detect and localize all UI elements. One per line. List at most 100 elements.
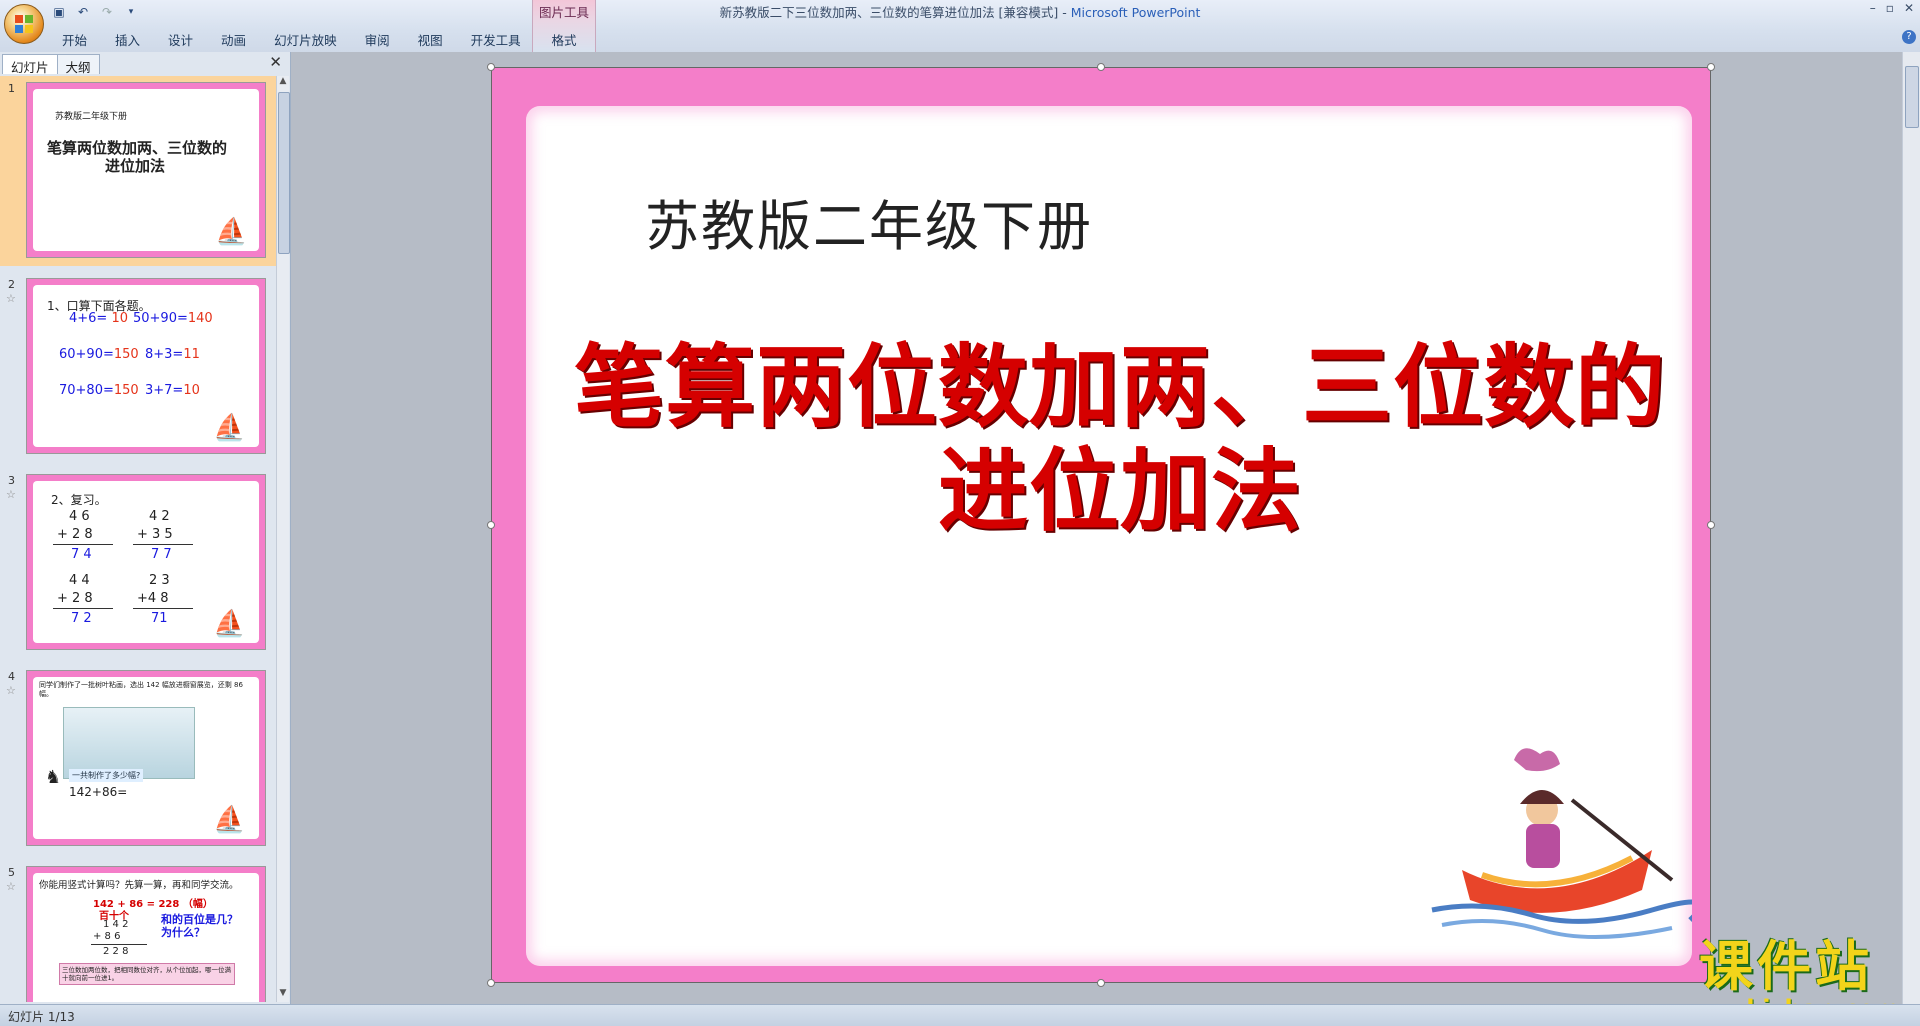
pane-tabs: 幻灯片 大纲 — [2, 54, 100, 75]
slide-thumbnails: 1 苏教版二年级下册 笔算两位数加两、三位数的 进位加法 ⛵ 2 ☆ 1、口算下… — [0, 76, 276, 1002]
slide-number: 1 — [8, 82, 15, 95]
tab-format[interactable]: 格式 — [533, 30, 595, 49]
pane-close-button[interactable]: ✕ — [269, 53, 282, 71]
slide-subtitle[interactable]: 苏教版二年级下册 — [645, 182, 1093, 261]
picture-tools-label: 图片工具 — [538, 5, 589, 20]
animation-star-icon: ☆ — [6, 488, 16, 501]
animation-star-icon: ☆ — [6, 684, 16, 697]
picture-tools-group: 图片工具 格式 — [532, 0, 596, 52]
scroll-down-icon[interactable]: ▼ — [277, 988, 289, 1002]
thumb-bottom: + 2 8 — [57, 527, 93, 542]
editor-scrollbar[interactable] — [1902, 52, 1920, 1004]
slide-title-line2: 进位加法 — [938, 438, 1302, 544]
slide-number: 3 — [8, 474, 15, 487]
slide-number: 2 — [8, 278, 15, 291]
thumb-answer: 7 7 — [151, 547, 172, 562]
character-image-icon: ♞ — [45, 767, 62, 788]
resize-handle[interactable] — [487, 521, 495, 529]
tab-home[interactable]: 开始 — [48, 26, 101, 53]
thumb-line2: + 8 6 — [93, 931, 121, 942]
thumb-bottom: +4 8 — [137, 591, 169, 606]
thumbnail-row-3[interactable]: 3 ☆ 2、复习。 4 6 + 2 8 7 4 4 2 + 3 5 7 7 4 … — [0, 468, 276, 658]
thumb-top: 4 4 — [69, 573, 90, 588]
slide-title[interactable]: 笔算两位数加两、三位数的 进位加法 — [540, 335, 1700, 543]
tab-developer[interactable]: 开发工具 — [457, 26, 535, 53]
tab-view[interactable]: 视图 — [404, 26, 457, 53]
slide-thumbnail[interactable]: 1、口算下面各题。 4+6= 10 50+90=140 60+90=150 8+… — [26, 278, 266, 454]
slide-number: 4 — [8, 670, 15, 683]
editor-scroll-thumb[interactable] — [1905, 66, 1919, 128]
thumb-text: 同学们制作了一批树叶粘画，选出 142 幅放进橱窗展览，还剩 86 幅。 — [39, 681, 243, 698]
tab-slides[interactable]: 幻灯片 — [2, 54, 58, 75]
thumb-heading: 2、复习。 — [51, 493, 107, 507]
thumb-top: 4 6 — [69, 509, 90, 524]
thumb-a: 10 — [111, 311, 129, 326]
tab-animations[interactable]: 动画 — [207, 26, 260, 53]
animation-star-icon: ☆ — [6, 292, 16, 305]
slide-thumbnail[interactable]: 2、复习。 4 6 + 2 8 7 4 4 2 + 3 5 7 7 4 4 + … — [26, 474, 266, 650]
thumb-q: 4+6= — [69, 311, 108, 326]
thumb-equation: 142+86= — [69, 785, 128, 799]
window-controls: – ▫ ✕ — [1870, 1, 1914, 15]
tab-review[interactable]: 审阅 — [351, 26, 404, 53]
thumb-q: 8+3= — [145, 347, 184, 362]
tab-design[interactable]: 设计 — [154, 26, 207, 53]
thumb-q: 3+7= — [145, 383, 184, 398]
resize-handle[interactable] — [1707, 63, 1715, 71]
resize-handle[interactable] — [487, 63, 495, 71]
thumb-a: 140 — [187, 311, 213, 326]
help-icon[interactable]: ? — [1902, 30, 1916, 44]
thumb-bottom: + 3 5 — [137, 527, 173, 542]
thumb-result: 2 2 8 — [103, 946, 129, 957]
boat-girl-illustration — [1431, 748, 1692, 939]
thumb-a: 150 — [113, 347, 139, 362]
thumb-q: 60+90= — [59, 347, 114, 362]
resize-handle[interactable] — [1097, 63, 1105, 71]
scroll-thumb[interactable] — [278, 92, 290, 254]
thumb-a: 11 — [183, 347, 200, 362]
thumbnail-row-4[interactable]: 4 ☆ 同学们制作了一批树叶粘画，选出 142 幅放进橱窗展览，还剩 86 幅。… — [0, 664, 276, 854]
close-button[interactable]: ✕ — [1904, 1, 1914, 15]
slide-thumbnail[interactable]: 苏教版二年级下册 笔算两位数加两、三位数的 进位加法 ⛵ — [26, 82, 266, 258]
thumb-line1: 1 4 2 — [103, 919, 129, 930]
thumb-title: 进位加法 — [105, 157, 166, 175]
minimize-button[interactable]: – — [1870, 1, 1876, 15]
thumb-a: 10 — [183, 383, 200, 398]
tab-slideshow[interactable]: 幻灯片放映 — [260, 26, 351, 53]
tab-outline[interactable]: 大纲 — [56, 54, 100, 75]
thumbnail-scrollbar[interactable]: ▲ ▼ — [276, 76, 290, 1002]
thumb-text: 苏教版二年级下册 — [55, 112, 128, 122]
watermark-title: 课件站 — [1699, 935, 1873, 998]
thumb-q: 70+80= — [59, 383, 114, 398]
resize-handle[interactable] — [1707, 521, 1715, 529]
boat-image-icon: ⛵ — [213, 805, 246, 835]
thumbnail-row-2[interactable]: 2 ☆ 1、口算下面各题。 4+6= 10 50+90=140 60+90=15… — [0, 272, 276, 462]
resize-handle[interactable] — [487, 979, 495, 987]
resize-handle[interactable] — [1097, 979, 1105, 987]
boat-image-icon: ⛵ — [213, 413, 246, 443]
window-title: 新苏教版二下三位数加两、三位数的笔算进位加法 [兼容模式] - Microsof… — [0, 2, 1920, 21]
boat-illustration-icon — [1431, 748, 1692, 939]
thumb-answer: 7 2 — [71, 611, 92, 626]
slide-title-line1: 笔算两位数加两、三位数的 — [574, 334, 1666, 440]
maximize-button[interactable]: ▫ — [1886, 1, 1894, 15]
document-title: 新苏教版二下三位数加两、三位数的笔算进位加法 [兼容模式] - — [719, 5, 1071, 20]
thumb-q: 50+90= — [133, 311, 188, 326]
scroll-up-icon[interactable]: ▲ — [277, 76, 289, 90]
animation-star-icon: ☆ — [6, 880, 16, 893]
thumb-bottom: + 2 8 — [57, 591, 93, 606]
status-bar: 幻灯片 1/13 — [0, 1004, 1920, 1026]
slide-number: 5 — [8, 866, 15, 879]
thumb-heading: 你能用竖式计算吗？先算一算，再和同学交流。 — [39, 880, 239, 891]
thumbnail-row-1[interactable]: 1 苏教版二年级下册 笔算两位数加两、三位数的 进位加法 ⛵ — [0, 76, 276, 266]
slide-thumbnail[interactable]: 同学们制作了一批树叶粘画，选出 142 幅放进橱窗展览，还剩 86 幅。 ♞ 一… — [26, 670, 266, 846]
thumb-top: 4 2 — [149, 509, 170, 524]
thumb-answer: 7 4 — [71, 547, 92, 562]
slide-indicator: 幻灯片 1/13 — [8, 1010, 75, 1024]
boat-image-icon: ⛵ — [215, 217, 248, 247]
slide-thumbnail[interactable]: 你能用竖式计算吗？先算一算，再和同学交流。 142 + 86 = 228 （幅）… — [26, 866, 266, 1002]
thumbnail-row-5[interactable]: 5 ☆ 你能用竖式计算吗？先算一算，再和同学交流。 142 + 86 = 228… — [0, 860, 276, 1002]
tab-insert[interactable]: 插入 — [101, 26, 154, 53]
thumb-a: 150 — [113, 383, 139, 398]
thumb-question: 一共制作了多少幅? — [69, 769, 144, 782]
